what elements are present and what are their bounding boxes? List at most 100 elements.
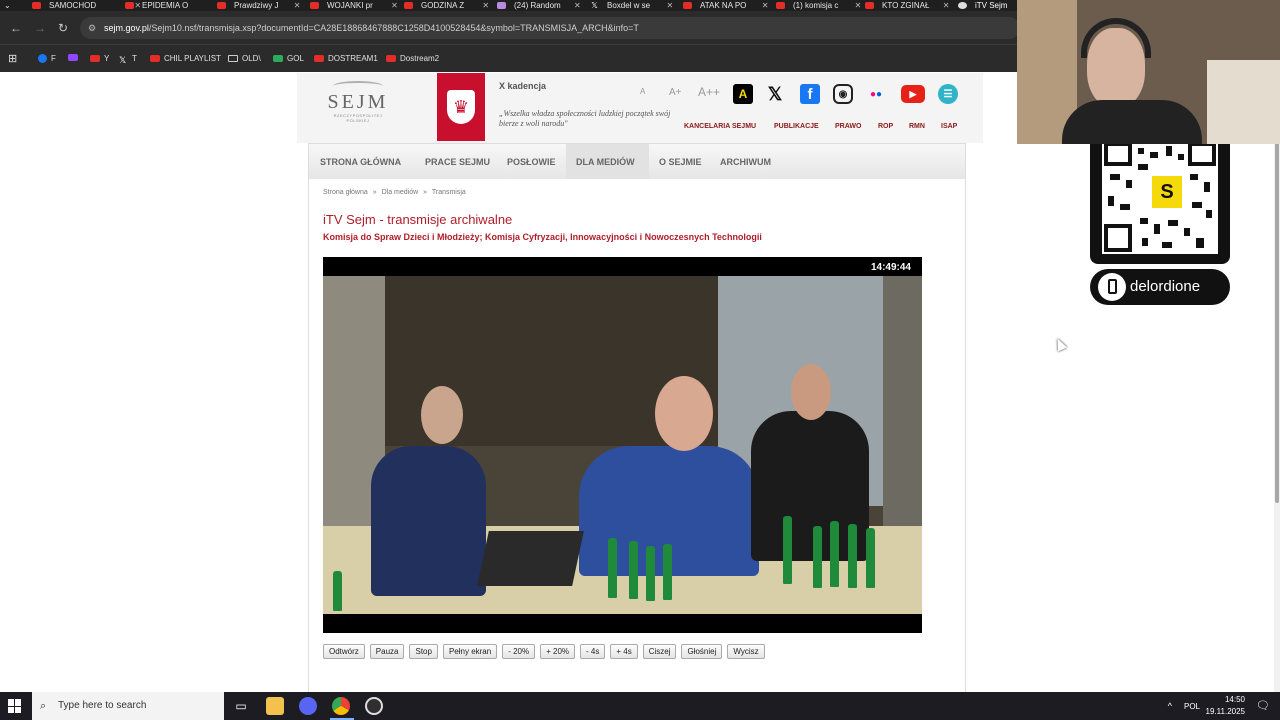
bookmark-item[interactable]: 𝕏T bbox=[119, 54, 137, 65]
breadcrumb: Strona główna » Dla mediów » Transmisja bbox=[323, 189, 466, 196]
discord-icon[interactable] bbox=[299, 697, 317, 715]
browser-tab[interactable]: (1) komisja c ✕ bbox=[776, 0, 861, 11]
apps-grid-icon[interactable]: ⊞ bbox=[8, 52, 17, 65]
bip-icon[interactable]: ☰ bbox=[938, 84, 958, 104]
close-tab-icon[interactable]: ✕ bbox=[666, 1, 673, 10]
bookmark-item[interactable]: Y bbox=[90, 54, 109, 63]
play-button[interactable]: Odtwórz bbox=[323, 644, 365, 659]
close-tab-icon[interactable]: ✕ bbox=[943, 1, 950, 10]
notifications-icon[interactable]: 🗨 bbox=[1256, 699, 1270, 712]
stop-button[interactable]: Stop bbox=[409, 644, 438, 659]
x-icon[interactable]: 𝕏 bbox=[765, 84, 785, 104]
bookmark-item[interactable]: CHIL PLAYLIST bbox=[150, 54, 221, 63]
page-title: iTV Sejm - transmisje archiwalne bbox=[323, 212, 513, 227]
windows-start-icon[interactable] bbox=[8, 699, 22, 713]
browser-tab[interactable]: SAMOCHOD ✕ bbox=[32, 0, 141, 11]
video-player[interactable]: 14:49:44 bbox=[323, 257, 922, 633]
bookmark-item[interactable]: Dostream2 bbox=[386, 54, 439, 63]
bookmark-item[interactable]: OLD\ bbox=[228, 54, 261, 63]
fullscreen-button[interactable]: Pełny ekran bbox=[442, 644, 498, 659]
bookmark-item[interactable] bbox=[68, 54, 82, 61]
close-tab-icon[interactable]: ✕ bbox=[855, 1, 862, 10]
language-indicator[interactable]: POL bbox=[1184, 702, 1200, 711]
font-size-normal[interactable]: A bbox=[640, 87, 645, 96]
breadcrumb-home[interactable]: Strona główna bbox=[323, 189, 368, 196]
video-bottle bbox=[646, 546, 655, 601]
nav-prace-sejmu[interactable]: PRACE SEJMU bbox=[425, 157, 490, 167]
accessibility-a-icon[interactable]: A bbox=[733, 84, 753, 104]
clock-time[interactable]: 14:50 bbox=[1225, 695, 1245, 704]
pause-button[interactable]: Pauza bbox=[369, 644, 405, 659]
top-link-isap[interactable]: ISAP bbox=[941, 123, 957, 130]
chrome-icon[interactable] bbox=[332, 697, 350, 715]
obs-icon[interactable] bbox=[365, 697, 383, 715]
youtube-icon bbox=[217, 2, 226, 9]
reload-icon[interactable]: ↻ bbox=[58, 21, 68, 35]
youtube-icon[interactable]: ▶ bbox=[901, 85, 925, 103]
browser-tab[interactable]: ATAK NA PO ✕ bbox=[683, 0, 768, 11]
top-link-rop[interactable]: ROP bbox=[878, 123, 893, 130]
breadcrumb-separator: » bbox=[372, 189, 377, 196]
content-area: Strona główna » Dla mediów » Transmisja … bbox=[308, 179, 966, 692]
close-tab-icon[interactable]: ✕ bbox=[574, 1, 581, 10]
task-view-icon[interactable]: ▭ bbox=[232, 697, 250, 715]
back-arrow-icon[interactable]: ← bbox=[10, 21, 22, 35]
facebook-icon[interactable]: f bbox=[800, 84, 820, 104]
eagle-icon: ♛ bbox=[447, 90, 475, 124]
youtube-icon bbox=[150, 55, 160, 62]
close-tab-icon[interactable]: ✕ bbox=[391, 1, 398, 10]
browser-tab[interactable]: WOJANKI pr ✕ bbox=[310, 0, 398, 11]
close-tab-icon[interactable]: ✕ bbox=[762, 1, 769, 10]
size-up-button[interactable]: + 20% bbox=[540, 644, 576, 659]
taskbar-search-input[interactable]: ⌕ Type here to search bbox=[32, 692, 224, 720]
bookmark-item[interactable]: GOL bbox=[273, 54, 304, 63]
top-link-kancelaria[interactable]: KANCELARIA SEJMU bbox=[684, 123, 756, 130]
nav-dla-mediow[interactable]: DLA MEDIÓW bbox=[576, 157, 635, 167]
qr-code: S bbox=[1102, 142, 1218, 254]
bookmark-item[interactable]: F bbox=[38, 54, 56, 63]
breadcrumb-section[interactable]: Dla mediów bbox=[382, 189, 419, 196]
close-tab-icon[interactable]: ✕ bbox=[482, 1, 489, 10]
nav-archiwum[interactable]: ARCHIWUM bbox=[720, 157, 771, 167]
browser-tab[interactable]: GODZINA Z ✕ bbox=[404, 0, 489, 11]
top-link-rmn[interactable]: RMN bbox=[909, 123, 925, 130]
instagram-icon[interactable]: ◉ bbox=[833, 84, 853, 104]
font-size-largest[interactable]: A++ bbox=[698, 85, 720, 99]
volume-up-button[interactable]: Głośniej bbox=[681, 644, 723, 659]
top-link-publikacje[interactable]: PUBLIKACJE bbox=[774, 123, 819, 130]
flickr-icon[interactable]: ● ● bbox=[866, 84, 886, 104]
youtube-icon bbox=[310, 2, 319, 9]
nav-poslowie[interactable]: POSŁOWIE bbox=[507, 157, 556, 167]
browser-tab[interactable]: EPIDEMIA O✕ bbox=[125, 0, 223, 11]
tab-list-button[interactable]: ⌄ bbox=[4, 0, 11, 11]
url-field[interactable]: ⚙ sejm.gov.pl/Sejm10.nsf/transmisja.xsp?… bbox=[80, 17, 1020, 39]
forward-button[interactable]: + 4s bbox=[610, 644, 638, 659]
nav-strona-glowna[interactable]: STRONA GŁÓWNA bbox=[320, 157, 401, 167]
size-down-button[interactable]: - 20% bbox=[502, 644, 536, 659]
gol-icon bbox=[273, 55, 283, 62]
browser-tab[interactable]: (24) Random ✕ bbox=[497, 0, 581, 11]
youtube-icon bbox=[776, 2, 785, 9]
clock-date[interactable]: 19.11.2025 bbox=[1206, 707, 1245, 716]
tray-chevron-icon[interactable]: ^ bbox=[1168, 701, 1172, 711]
rewind-button[interactable]: - 4s bbox=[580, 644, 606, 659]
video-frame[interactable] bbox=[323, 276, 922, 614]
browser-tab-active[interactable]: iTV Sejm bbox=[958, 0, 1007, 11]
site-info-icon[interactable]: ⚙ bbox=[88, 17, 96, 39]
mute-button[interactable]: Wycisz bbox=[727, 644, 765, 659]
volume-down-button[interactable]: Ciszej bbox=[642, 644, 677, 659]
page-scrollbar[interactable] bbox=[1274, 73, 1280, 692]
browser-tab[interactable]: KTO ZGINAŁ ✕ bbox=[865, 0, 949, 11]
top-link-prawo[interactable]: PRAWO bbox=[835, 123, 861, 130]
browser-tab[interactable]: 𝕏 Boxdel w se ✕ bbox=[590, 0, 673, 11]
file-explorer-icon[interactable] bbox=[266, 697, 284, 715]
x-icon: 𝕏 bbox=[119, 55, 127, 65]
browser-tab[interactable]: Prawdziwy J ✕ bbox=[217, 0, 300, 11]
close-tab-icon[interactable]: ✕ bbox=[294, 1, 301, 10]
logo-arc bbox=[333, 81, 383, 91]
bookmark-item[interactable]: DOSTREAM1 bbox=[314, 54, 378, 63]
forward-arrow-icon[interactable]: → bbox=[34, 21, 46, 35]
font-size-larger[interactable]: A+ bbox=[669, 87, 682, 98]
nav-o-sejmie[interactable]: O SEJMIE bbox=[659, 157, 702, 167]
sejm-logo[interactable]: SEJM RZECZYPOSPOLITEJ POLSKIEJ bbox=[325, 81, 391, 133]
